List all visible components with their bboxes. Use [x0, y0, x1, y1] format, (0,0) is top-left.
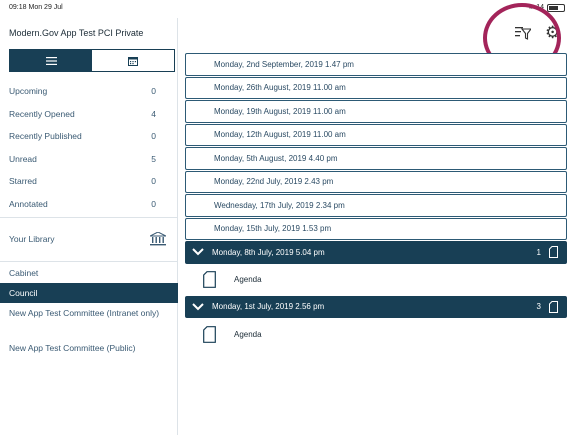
- filter-count: 0: [151, 198, 156, 209]
- meeting-row-expanded[interactable]: Monday, 8th July, 2019 5.04 pm 1: [185, 241, 567, 264]
- meeting-row[interactable]: Monday, 26th August, 2019 11.00 am: [185, 76, 567, 99]
- meeting-row[interactable]: Monday, 19th August, 2019 11.00 am: [185, 100, 567, 123]
- document-item[interactable]: Agenda: [185, 318, 567, 350]
- filter-count: 0: [151, 86, 156, 97]
- filter-count: 4: [151, 108, 156, 119]
- calendar-icon: [128, 56, 138, 66]
- filter-count: 5: [151, 153, 156, 164]
- meeting-row-expanded[interactable]: Monday, 1st July, 2019 2.56 pm 3: [185, 295, 567, 318]
- filter-unread[interactable]: Unread 5: [0, 148, 178, 171]
- app-title: Modern.Gov App Test PCI Private: [9, 28, 144, 38]
- document-title: Agenda: [234, 275, 262, 284]
- filter-recently-published[interactable]: Recently Published 0: [0, 125, 178, 148]
- committee-cabinet[interactable]: Cabinet: [0, 263, 178, 283]
- calendar-view-button[interactable]: [92, 50, 174, 71]
- document-title: Agenda: [234, 329, 262, 339]
- filter-label: Annotated: [9, 198, 48, 209]
- chevron-down-icon: [192, 248, 204, 256]
- filter-recently-opened[interactable]: Recently Opened 4: [0, 103, 178, 126]
- filter-upcoming[interactable]: Upcoming 0: [0, 80, 178, 103]
- document-icon: [203, 271, 216, 288]
- filter-count: 0: [151, 131, 156, 142]
- sidebar: Modern.Gov App Test PCI Private Upcoming…: [0, 18, 178, 435]
- filter-counts: Upcoming 0 Recently Opened 4 Recently Publ…: [0, 80, 178, 215]
- committee-intranet[interactable]: New App Test Committee (Intranet only): [0, 303, 178, 338]
- meeting-row[interactable]: Monday, 22nd July, 2019 2.43 pm: [185, 170, 567, 193]
- committee-council[interactable]: Council: [0, 283, 178, 303]
- meeting-date: Monday, 1st July, 2019 2.56 pm: [212, 302, 325, 312]
- divider: [0, 261, 178, 262]
- document-icon: [549, 246, 558, 259]
- meetings-list: Monday, 2nd September, 2019 1.47 pm Mond…: [185, 53, 567, 350]
- chevron-down-icon: [192, 303, 204, 311]
- meeting-row[interactable]: Monday, 2nd September, 2019 1.47 pm: [185, 53, 567, 76]
- status-bar: 09:18 Mon 29 Jul ≈ 14: [0, 0, 567, 18]
- battery-icon: [547, 3, 565, 12]
- library-icon: [150, 232, 166, 246]
- status-time: 09:18 Mon 29 Jul: [9, 4, 63, 11]
- document-count: 3: [536, 302, 541, 312]
- document-item[interactable]: Agenda: [185, 264, 567, 296]
- filter-annotated[interactable]: Annotated 0: [0, 193, 178, 216]
- document-count: 1: [536, 247, 541, 257]
- filter-label: Recently Published: [9, 131, 82, 142]
- filter-label: Starred: [9, 176, 37, 187]
- document-icon: [549, 300, 558, 313]
- meeting-date: Monday, 8th July, 2019 5.04 pm: [212, 247, 325, 257]
- view-toggle: [9, 49, 175, 72]
- filter-label: Unread: [9, 153, 37, 164]
- meeting-row[interactable]: Wednesday, 17th July, 2019 2.34 pm: [185, 194, 567, 217]
- divider: [0, 217, 178, 218]
- committee-list: Cabinet Council New App Test Committee (…: [0, 263, 178, 373]
- meeting-row[interactable]: Monday, 12th August, 2019 11.00 am: [185, 123, 567, 146]
- library-label: Your Library: [9, 234, 55, 244]
- filter-count: 0: [151, 176, 156, 187]
- list-view-button[interactable]: [10, 50, 92, 71]
- meeting-row[interactable]: Monday, 15th July, 2019 1.53 pm: [185, 217, 567, 240]
- committee-public[interactable]: New App Test Committee (Public): [0, 338, 178, 373]
- your-library-item[interactable]: Your Library: [0, 223, 178, 255]
- filter-label: Recently Opened: [9, 108, 75, 119]
- filter-starred[interactable]: Starred 0: [0, 170, 178, 193]
- list-icon: [45, 56, 57, 65]
- document-icon: [203, 325, 216, 343]
- meeting-row[interactable]: Monday, 5th August, 2019 4.40 pm: [185, 147, 567, 170]
- filter-label: Upcoming: [9, 86, 48, 97]
